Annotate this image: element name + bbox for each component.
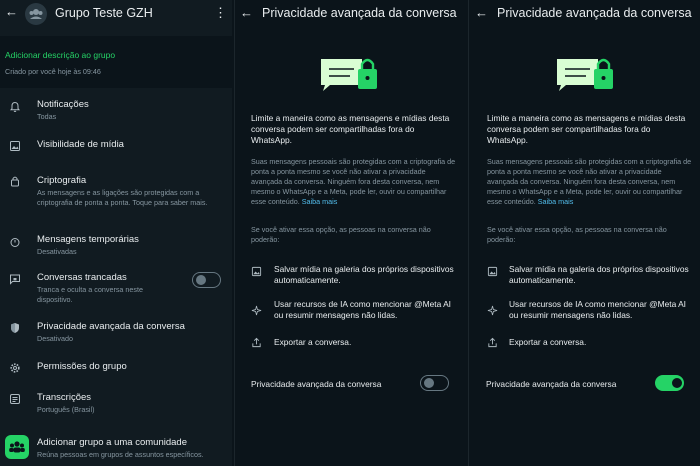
advanced-privacy-value: Desativado	[37, 334, 73, 343]
notifications-value: Todas	[37, 112, 57, 121]
encryption-row[interactable]: Criptografia As mensagens e as ligações …	[0, 172, 232, 220]
advanced-privacy-row[interactable]: Privacidade avançada da conversa Desativ…	[0, 318, 232, 346]
image-icon	[251, 266, 262, 277]
transcripts-value: Português (Brasil)	[37, 405, 95, 414]
advanced-privacy-panel-off: ← Privacidade avançada da conversa Limit…	[234, 0, 462, 466]
privacy-toggle-label: Privacidade avançada da conversa	[251, 379, 382, 389]
add-to-community-desc: Reúna pessoas em grupos de assuntos espe…	[37, 450, 204, 459]
media-visibility-row[interactable]: Visibilidade de mídia	[0, 136, 232, 156]
temporary-messages-row[interactable]: Mensagens temporárias Desativadas	[0, 231, 232, 259]
feature-ai: Usar recursos de IA como mencionar @Meta…	[509, 299, 687, 320]
back-arrow-icon[interactable]: ←	[240, 5, 253, 20]
group-info-panel: ← Grupo Teste GZH ⋮ Adicionar descrição …	[0, 0, 232, 466]
learn-more-link[interactable]: Saiba mais	[302, 197, 338, 206]
temporary-messages-value: Desativadas	[37, 247, 77, 256]
feature-save-media: Salvar mídia na galeria dos próprios dis…	[509, 264, 689, 285]
lead-text: Limite a maneira como as mensagens e míd…	[487, 113, 686, 145]
body-description: Suas mensagens pessoais são protegidas c…	[251, 157, 456, 206]
locked-chats-desc: Tranca e oculta a conversa neste disposi…	[37, 285, 144, 304]
encryption-desc: As mensagens e as ligações são protegida…	[37, 188, 208, 207]
transcripts-row[interactable]: Transcrições Português (Brasil)	[0, 389, 232, 417]
temporary-messages-label: Mensagens temporárias	[37, 234, 139, 245]
toggle-knob	[424, 378, 434, 388]
avatar[interactable]	[25, 3, 47, 25]
locked-chats-row[interactable]: Conversas trancadas Tranca e oculta a co…	[0, 269, 232, 307]
group-avatar-icon	[29, 9, 43, 19]
body-text: Suas mensagens pessoais são protegidas c…	[251, 157, 456, 207]
chat-lock-illustration-icon	[321, 58, 377, 91]
back-arrow-icon[interactable]: ←	[475, 5, 488, 20]
add-to-community-row[interactable]: Adicionar grupo a uma comunidade Reúna p…	[0, 435, 232, 463]
if-enabled-text: Se você ativar essa opção, as pessoas na…	[487, 225, 667, 244]
back-arrow-icon[interactable]: ←	[5, 4, 18, 19]
toggle-knob	[672, 378, 682, 388]
add-description-link[interactable]: Adicionar descrição ao grupo	[5, 50, 115, 60]
add-to-community-label: Adicionar grupo a uma comunidade	[37, 437, 187, 448]
shield-icon	[11, 323, 19, 333]
feature-ai: Usar recursos de IA como mencionar @Meta…	[274, 299, 452, 320]
group-permissions-label: Permissões do grupo	[37, 361, 127, 372]
gear-icon	[10, 363, 20, 373]
chat-lock-illustration-icon	[557, 58, 613, 91]
more-options-icon[interactable]: ⋮	[214, 5, 227, 21]
notifications-row[interactable]: Notificações Todas	[0, 96, 232, 124]
transcript-icon	[10, 394, 20, 404]
privacy-toggle-on[interactable]	[655, 375, 684, 391]
export-icon	[252, 337, 261, 348]
transcripts-label: Transcrições	[37, 392, 92, 403]
feature-save-media: Salvar mídia na galeria dos próprios dis…	[274, 264, 454, 285]
body-description: Suas mensagens pessoais são protegidas c…	[487, 157, 692, 206]
learn-more-link[interactable]: Saiba mais	[538, 197, 574, 206]
sparkle-icon	[487, 305, 498, 316]
feature-export: Exportar a conversa.	[274, 337, 352, 347]
page-title: Privacidade avançada da conversa	[497, 6, 692, 20]
group-title[interactable]: Grupo Teste GZH	[55, 6, 153, 20]
lock-icon	[11, 176, 19, 187]
created-info: Criado por você hoje às 09:46	[5, 67, 101, 76]
timer-icon	[10, 238, 20, 247]
export-icon	[488, 337, 497, 348]
chat-lock-icon	[10, 274, 20, 285]
advanced-privacy-panel-on: ← Privacidade avançada da conversa Limit…	[468, 0, 700, 466]
page-title: Privacidade avançada da conversa	[262, 6, 457, 20]
image-icon	[487, 266, 498, 277]
group-header: ← Grupo Teste GZH ⋮	[0, 0, 232, 30]
bell-icon	[9, 101, 21, 112]
image-icon	[10, 141, 20, 151]
locked-chats-toggle[interactable]	[192, 272, 221, 288]
group-permissions-row[interactable]: Permissões do grupo	[0, 358, 232, 378]
sparkle-icon	[251, 305, 262, 316]
lead-text: Limite a maneira como as mensagens e míd…	[251, 113, 450, 145]
toggle-knob	[196, 275, 206, 285]
body-text: Suas mensagens pessoais são protegidas c…	[487, 157, 692, 207]
privacy-toggle-label: Privacidade avançada da conversa	[486, 379, 617, 389]
privacy-toggle-off[interactable]	[420, 375, 449, 391]
feature-export: Exportar a conversa.	[509, 337, 587, 347]
locked-chats-label: Conversas trancadas	[37, 272, 127, 283]
media-visibility-label: Visibilidade de mídia	[37, 139, 124, 150]
encryption-label: Criptografia	[37, 175, 87, 186]
advanced-privacy-label: Privacidade avançada da conversa	[37, 321, 185, 332]
if-enabled-text: Se você ativar essa opção, as pessoas na…	[251, 225, 431, 244]
group-description: Adicionar descrição ao grupo Criado por …	[0, 36, 232, 88]
notifications-label: Notificações	[37, 99, 89, 110]
